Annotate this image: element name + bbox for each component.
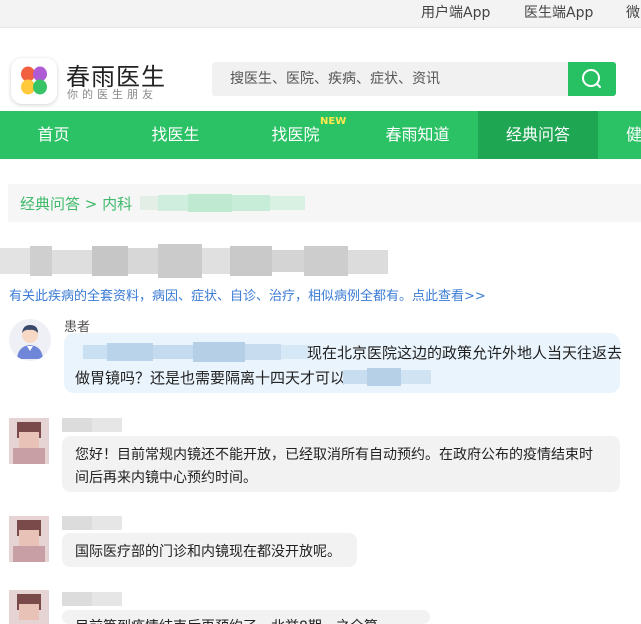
brand-slogan: 你的医生朋友 xyxy=(67,88,157,101)
user-app-link[interactable]: 用户端App xyxy=(421,2,490,22)
doctor-avatar xyxy=(9,516,49,562)
answer-bubble-2: 国际医疗部的门诊和内镜现在都没开放呢。 xyxy=(62,533,357,567)
redacted-title xyxy=(0,244,388,278)
search-box xyxy=(212,62,568,96)
redacted-question-part xyxy=(83,342,309,362)
nav-item-find-doctor[interactable]: 找医生 xyxy=(122,111,229,159)
doctor-avatar xyxy=(9,418,49,464)
redacted-breadcrumb xyxy=(140,194,305,212)
new-badge: NEW xyxy=(320,116,347,127)
question-bubble: 现在北京医院这边的政策允许外地人当天往返去 做胃镜吗？还是也需要隔离十四天才可以… xyxy=(64,333,623,393)
redacted-doctor-name xyxy=(62,592,122,606)
question-text-line2: 做胃镜吗？还是也需要隔离十四天才可以？ xyxy=(75,369,361,387)
site-header: 春雨医生 你的医生朋友 xyxy=(0,28,641,111)
top-links-bar: 用户端App 医生端App 微 xyxy=(0,0,641,28)
question-text-line1: 现在北京医院这边的政策允许外地人当天往返去 xyxy=(307,344,623,362)
nav-item-home[interactable]: 首页 xyxy=(0,111,107,159)
disease-info-link[interactable]: 有关此疾病的全套资料，病因、症状、自诊、治疗，相似病例全都有。点此查看>> xyxy=(9,285,486,304)
search-input[interactable] xyxy=(212,62,568,96)
redacted-doctor-name xyxy=(62,418,122,432)
answer-3-line1: 目前等到疫情结束后再预约了，北举8期，之全算 xyxy=(75,616,378,624)
answer-bubble-1: 您好！目前常规内镜还不能开放，已经取消所有自动预约。在政府公布的疫情结束时 间后… xyxy=(62,436,620,492)
search-icon xyxy=(582,69,601,88)
wechat-link[interactable]: 微 xyxy=(626,2,640,22)
nav-item-health[interactable]: 健 xyxy=(610,111,641,159)
nav-item-chunyu-knows[interactable]: 春雨知道 xyxy=(364,111,471,159)
patient-avatar-icon xyxy=(9,319,51,361)
answer-bubble-3: 目前等到疫情结束后再预约了，北举8期，之全算 xyxy=(62,610,430,624)
answer-2-line1: 国际医疗部的门诊和内镜现在都没开放呢。 xyxy=(75,544,341,560)
main-nav: 首页 找医生 找医院 NEW 春雨知道 经典问答 健 xyxy=(0,111,641,159)
redacted-doctor-name xyxy=(62,516,122,530)
redacted-question-end xyxy=(343,368,431,386)
answer-1-line1: 您好！目前常规内镜还不能开放，已经取消所有自动预约。在政府公布的疫情结束时 xyxy=(75,447,593,463)
breadcrumb: 经典问答 > 内科 xyxy=(8,184,641,222)
doctor-app-link[interactable]: 医生端App xyxy=(524,2,593,22)
clover-logo-icon[interactable] xyxy=(11,58,57,104)
doctor-avatar xyxy=(9,590,49,624)
breadcrumb-text[interactable]: 经典问答 > 内科 xyxy=(20,193,132,214)
answer-1-line2: 间后再来内镜中心预约时间。 xyxy=(75,470,257,486)
search-button[interactable] xyxy=(568,62,616,96)
nav-item-classic-qa[interactable]: 经典问答 xyxy=(478,111,598,159)
